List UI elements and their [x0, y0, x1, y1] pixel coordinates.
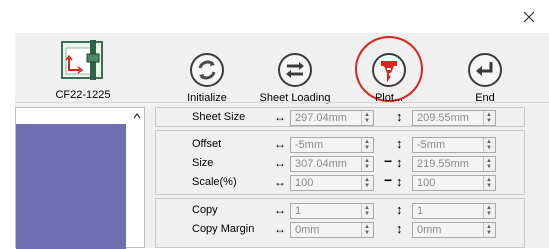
vertical-arrow-icon: ↕	[396, 174, 403, 189]
scale-x-spinner[interactable]: ▲ ▼	[361, 176, 373, 190]
scale-x-field[interactable]: ▲▼	[290, 175, 374, 191]
end-button[interactable]: End	[444, 52, 526, 104]
horizontal-arrow-icon: ↔	[274, 222, 286, 236]
scroll-up-icon[interactable]	[132, 111, 142, 121]
plot-cutter-icon	[372, 53, 406, 87]
copy-group: Copy ↔ ▲▼ ↕ ▲▼ Copy Margin ↔ ▲▼ ↕ ▲▼	[155, 198, 525, 248]
size-width-spinner[interactable]: ▲ ▼	[361, 157, 373, 171]
close-icon	[523, 11, 535, 23]
scale-y-spinner[interactable]: ▲ ▼	[483, 176, 495, 190]
copy-margin-y-input[interactable]	[413, 223, 481, 237]
layout-group: Offset ↔ ▲▼ ↕ ▲▼ Size ↔ ▲▼ − ↕ ▲▼ Scale(…	[155, 130, 525, 195]
copy-margin-x-field[interactable]: ▲▼	[290, 222, 374, 238]
vertical-arrow-icon: ↕	[396, 136, 403, 151]
vertical-arrow-icon: ↕	[396, 202, 403, 217]
horizontal-arrow-icon: ↔	[274, 110, 286, 124]
refresh-icon	[190, 53, 224, 87]
offset-y-input[interactable]	[413, 138, 481, 152]
data-list-panel[interactable]	[15, 107, 145, 249]
device-label: CF22-1225	[55, 89, 111, 101]
copy-x-spinner[interactable]: ▲ ▼	[361, 204, 373, 218]
size-row: Size ↔ ▲▼ − ↕ ▲▼	[156, 153, 524, 174]
toolbar-divider	[15, 102, 549, 103]
sheet-height-spinner[interactable]: ▲ ▼	[483, 111, 495, 125]
copy-margin-x-input[interactable]	[291, 223, 359, 237]
size-label: Size	[192, 157, 214, 169]
vertical-arrow-icon: ↕	[396, 221, 403, 236]
sheet-height-input[interactable]	[413, 111, 481, 125]
horizontal-arrow-icon: ↔	[274, 156, 286, 170]
copy-margin-x-spinner[interactable]: ▲ ▼	[361, 223, 373, 237]
sheet-size-label: Sheet Size	[192, 111, 246, 123]
close-button[interactable]	[520, 8, 538, 26]
copy-margin-y-field[interactable]: ▲▼	[412, 222, 496, 238]
copy-row: Copy ↔ ▲▼ ↕ ▲▼	[156, 202, 524, 221]
copy-y-spinner[interactable]: ▲ ▼	[483, 204, 495, 218]
offset-x-spinner[interactable]: ▲ ▼	[361, 138, 373, 152]
copy-margin-y-spinner[interactable]: ▲ ▼	[483, 223, 495, 237]
scale-x-input[interactable]	[291, 176, 359, 190]
sheet-width-field[interactable]: ▲▼	[290, 110, 374, 126]
offset-y-spinner[interactable]: ▲ ▼	[483, 138, 495, 152]
plot-button[interactable]: Plot...	[348, 52, 430, 104]
copy-x-input[interactable]	[291, 204, 359, 218]
sheet-height-field[interactable]: ▲▼	[412, 110, 496, 126]
size-height-field[interactable]: ▲▼	[412, 156, 496, 172]
initialize-button[interactable]: Initialize	[166, 52, 248, 104]
copy-x-field[interactable]: ▲▼	[290, 203, 374, 219]
copy-margin-label: Copy Margin	[192, 223, 255, 235]
sheet-size-row: Sheet Size ↔ ▲▼ ↕ ▲▼	[156, 109, 524, 128]
horizontal-arrow-icon: ↔	[274, 175, 286, 189]
sheet-width-input[interactable]	[291, 111, 359, 125]
aspect-link-icon: −	[384, 172, 393, 188]
sheet-size-group: Sheet Size ↔ ▲▼ ↕ ▲▼	[155, 107, 525, 127]
size-height-spinner[interactable]: ▲ ▼	[483, 157, 495, 171]
sheet-width-spinner[interactable]: ▲ ▼	[361, 111, 373, 125]
aspect-link-icon: −	[384, 153, 393, 169]
device-button[interactable]	[54, 38, 110, 85]
horizontal-arrow-icon: ↔	[274, 203, 286, 217]
vertical-arrow-icon: ↕	[396, 155, 403, 170]
offset-label: Offset	[192, 138, 222, 150]
horizontal-arrow-icon: ↔	[274, 137, 286, 151]
size-width-field[interactable]: ▲▼	[290, 156, 374, 172]
return-arrow-icon	[468, 53, 502, 87]
offset-x-input[interactable]	[291, 138, 359, 152]
size-height-input[interactable]	[413, 157, 481, 171]
scale-row: Scale(%) ↔ ▲▼ − ↕ ▲▼	[156, 172, 524, 193]
copy-margin-row: Copy Margin ↔ ▲▼ ↕ ▲▼	[156, 221, 524, 240]
offset-y-field[interactable]: ▲▼	[412, 137, 496, 153]
vertical-arrow-icon: ↕	[396, 109, 403, 124]
offset-x-field[interactable]: ▲▼	[290, 137, 374, 153]
swap-arrows-icon	[278, 53, 312, 87]
offset-row: Offset ↔ ▲▼ ↕ ▲▼	[156, 136, 524, 155]
selected-list-item[interactable]	[16, 124, 126, 249]
plotter-device-icon	[61, 40, 103, 80]
scale-y-input[interactable]	[413, 176, 481, 190]
scale-label: Scale(%)	[192, 176, 237, 188]
sheet-loading-button[interactable]: Sheet Loading	[254, 52, 336, 104]
copy-label: Copy	[192, 204, 218, 216]
copy-y-field[interactable]: ▲▼	[412, 203, 496, 219]
size-width-input[interactable]	[291, 157, 359, 171]
scale-y-field[interactable]: ▲▼	[412, 175, 496, 191]
copy-y-input[interactable]	[413, 204, 481, 218]
